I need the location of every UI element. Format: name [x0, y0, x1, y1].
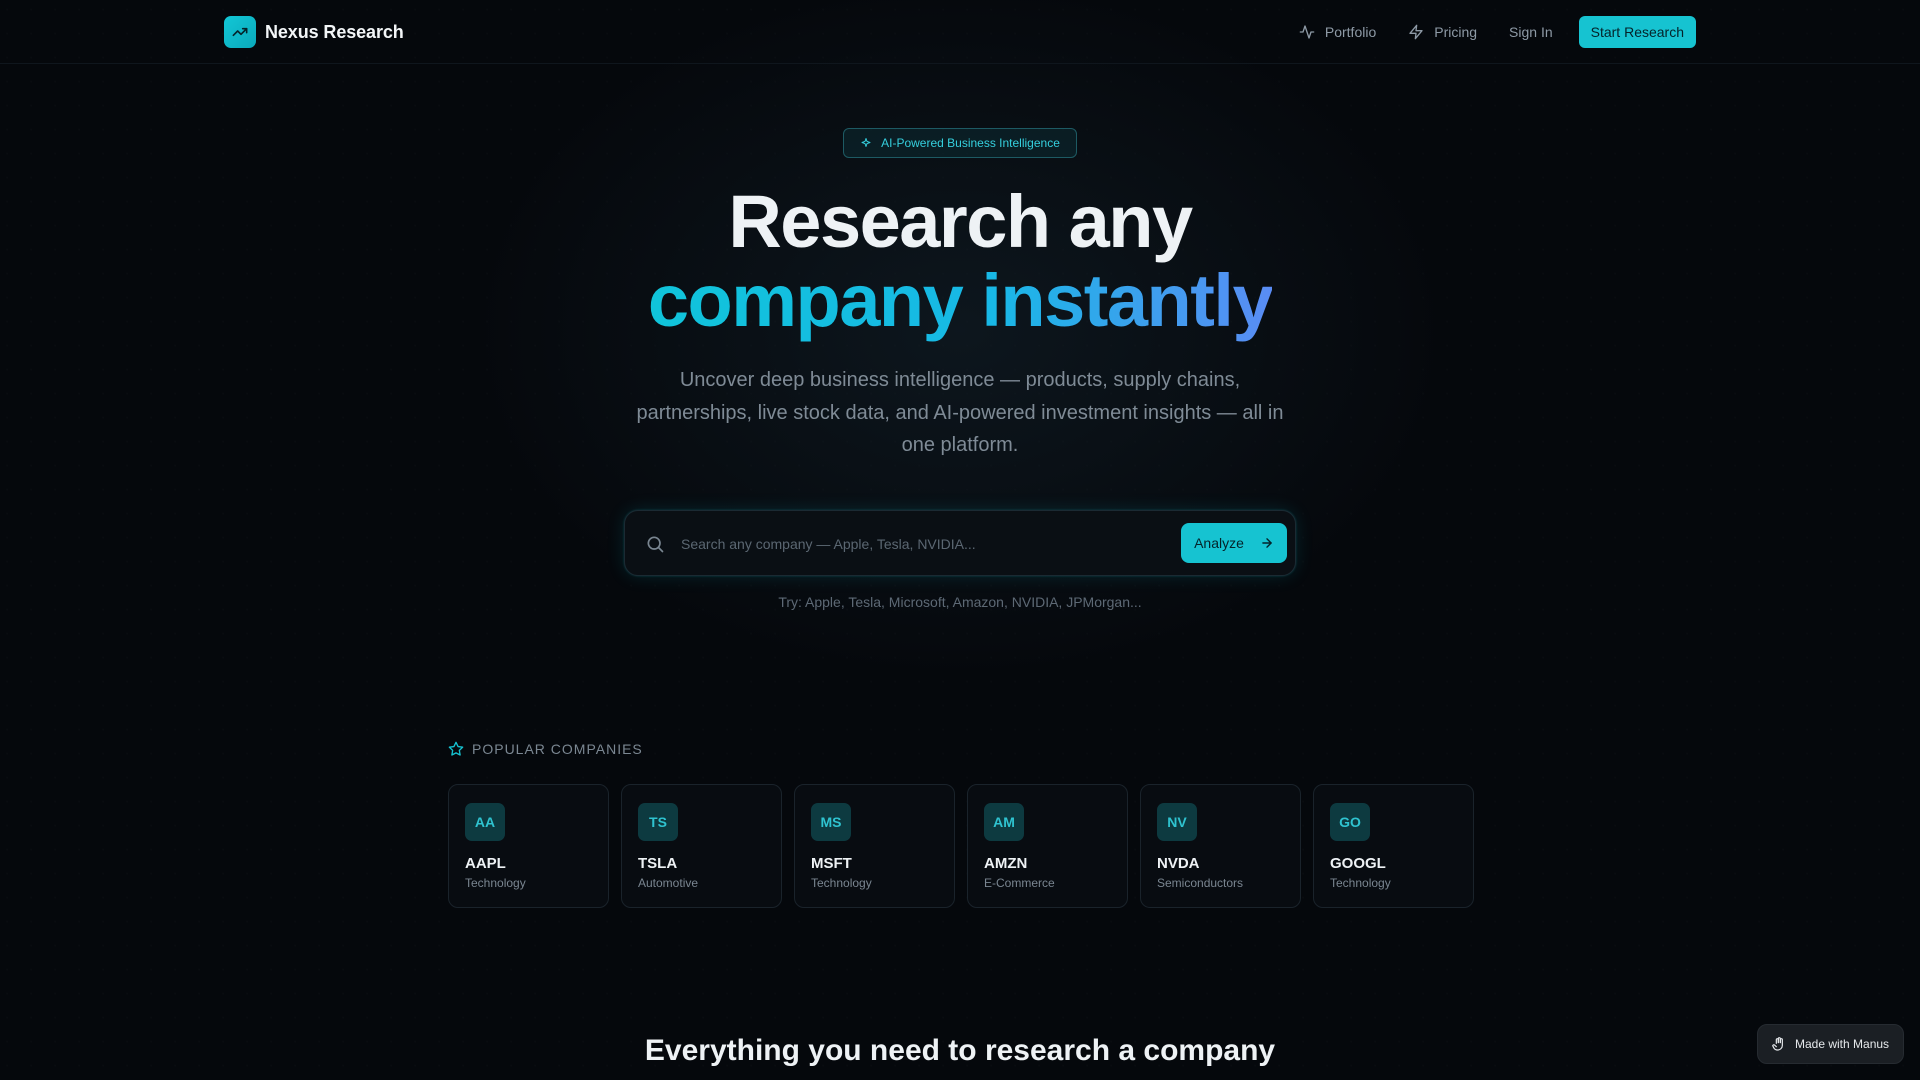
made-with-label: Made with Manus	[1795, 1037, 1890, 1051]
nav-links: Portfolio Pricing Sign In Start Research	[1283, 16, 1696, 48]
ai-powered-badge: AI-Powered Business Intelligence	[843, 128, 1077, 158]
company-ticker: AMZN	[984, 855, 1028, 872]
company-card-aapl[interactable]: AA AAPL Technology	[448, 784, 609, 908]
analyze-button[interactable]: Analyze	[1181, 523, 1287, 563]
start-research-button[interactable]: Start Research	[1578, 16, 1696, 48]
company-initials-badge: MS	[811, 803, 851, 841]
brand[interactable]: Nexus Research	[224, 16, 404, 48]
company-initials-badge: NV	[1157, 803, 1197, 841]
company-sector: Technology	[465, 876, 526, 890]
manus-hand-icon	[1772, 1037, 1783, 1051]
hero-subtitle: Uncover deep business intelligence — pro…	[636, 369, 1284, 456]
company-card-nvda[interactable]: NV NVDA Semiconductors	[1140, 784, 1301, 908]
search-suggestions: Try: Apple, Tesla, Microsoft, Amazon, NV…	[778, 594, 1142, 610]
made-with-badge[interactable]: Made with Manus	[1757, 1024, 1904, 1064]
trending-up-icon	[224, 16, 256, 48]
arrow-right-icon	[1262, 538, 1272, 548]
analyze-button-label: Analyze	[1194, 535, 1244, 551]
company-ticker: AAPL	[465, 855, 506, 872]
company-card-msft[interactable]: MS MSFT Technology	[794, 784, 955, 908]
features-heading: Everything you need to research a compan…	[644, 1034, 1276, 1067]
company-initials-badge: TS	[638, 803, 678, 841]
ai-powered-badge-label: AI-Powered Business Intelligence	[881, 136, 1060, 150]
search-icon	[647, 536, 664, 553]
company-initials-badge: AA	[465, 803, 505, 841]
nav-portfolio-label: Portfolio	[1324, 24, 1377, 40]
company-card-tsla[interactable]: TS TSLA Automotive	[621, 784, 782, 908]
company-initials-badge: AM	[984, 803, 1024, 841]
nav-portfolio-link[interactable]: Portfolio	[1283, 16, 1392, 48]
company-card-googl[interactable]: GO GOOGL Technology	[1313, 784, 1474, 908]
company-ticker: GOOGL	[1330, 855, 1386, 872]
company-sector: Automotive	[638, 876, 699, 890]
popular-companies-label: POPULAR COMPANIES	[472, 741, 643, 757]
company-ticker: NVDA	[1157, 855, 1200, 872]
nav-pricing-link[interactable]: Pricing	[1392, 16, 1493, 48]
company-sector: Technology	[1330, 876, 1391, 890]
company-search-box: Analyze	[624, 510, 1296, 576]
company-initials-badge: GO	[1330, 803, 1370, 841]
popular-companies-heading: POPULAR COMPANIES	[448, 741, 643, 757]
hero-title-line1: Research any	[728, 180, 1193, 263]
star-icon	[448, 741, 464, 756]
activity-icon	[1299, 25, 1315, 39]
company-search-input[interactable]	[681, 531, 1181, 557]
company-sector: E-Commerce	[984, 876, 1055, 890]
company-sector: Semiconductors	[1157, 876, 1244, 890]
popular-companies-list: AA AAPL Technology TS TSLA Automotive MS…	[448, 784, 1474, 908]
nav-pricing-label: Pricing	[1434, 24, 1478, 40]
hero-title-gradient-text: company instantly	[647, 259, 1274, 342]
sign-in-label: Sign In	[1509, 24, 1553, 40]
top-nav: Nexus Research Portfolio Pricing Sign In…	[0, 0, 1920, 64]
brand-name: Nexus Research	[265, 21, 404, 42]
sparkles-icon	[861, 138, 871, 147]
company-ticker: TSLA	[638, 855, 678, 872]
zap-icon	[1409, 24, 1423, 40]
company-ticker: MSFT	[811, 855, 852, 872]
company-sector: Technology	[811, 876, 872, 890]
company-card-amzn[interactable]: AM AMZN E-Commerce	[967, 784, 1128, 908]
hero-title-line2: company instantly	[0, 262, 1920, 340]
sign-in-link[interactable]: Sign In	[1493, 16, 1569, 48]
